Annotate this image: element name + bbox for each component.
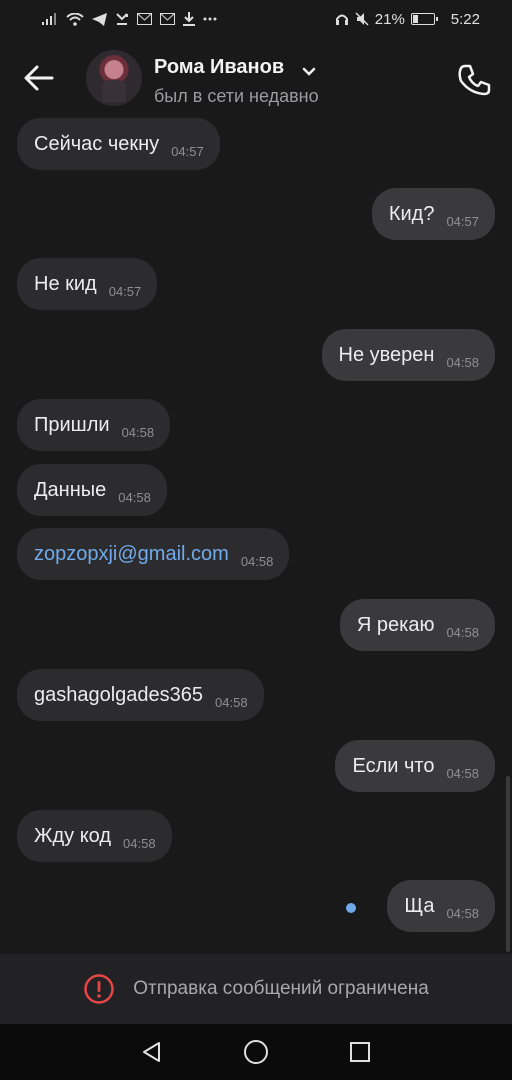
nav-recents-button[interactable] bbox=[346, 1038, 374, 1066]
phone-icon bbox=[458, 64, 491, 96]
scrollbar[interactable] bbox=[506, 776, 510, 952]
clock: 5:22 bbox=[450, 10, 480, 28]
message-bubble[interactable]: Не кид 04:57 bbox=[17, 258, 158, 310]
message-text: Не кид bbox=[34, 272, 97, 295]
battery-icon bbox=[410, 13, 438, 25]
message-time: 04:58 bbox=[446, 905, 479, 921]
email-link[interactable]: zopzopxji@gmail.com bbox=[34, 543, 229, 566]
message-bubble[interactable]: Если что 04:58 bbox=[335, 740, 495, 792]
message-list[interactable]: Сейчас чекну 04:57 Кид? 04:57 Не кид 04:… bbox=[0, 118, 512, 954]
message-bubble[interactable]: zopzopxji@gmail.com 04:58 bbox=[17, 528, 290, 580]
message-text: Если что bbox=[352, 754, 435, 777]
messaging-restricted-banner: Отправка сообщений ограничена bbox=[0, 954, 512, 1024]
message-text: Не уверен bbox=[338, 343, 435, 366]
message-time: 04:58 bbox=[446, 354, 479, 370]
message-bubble[interactable]: Кид? 04:57 bbox=[371, 188, 495, 240]
message-time: 04:58 bbox=[215, 694, 248, 710]
message-time: 04:58 bbox=[123, 835, 156, 851]
arrow-left-icon bbox=[24, 65, 54, 91]
signal-icon bbox=[42, 13, 58, 25]
download-icon bbox=[183, 12, 195, 26]
message-bubble[interactable]: Я рекаю 04:58 bbox=[339, 599, 495, 651]
message-bubble[interactable]: Жду код 04:58 bbox=[17, 810, 172, 862]
contact-name[interactable]: Рома Иванов bbox=[154, 56, 284, 79]
message-time: 04:58 bbox=[118, 489, 151, 505]
status-right: 21% 5:22 bbox=[335, 11, 480, 28]
mute-icon bbox=[355, 12, 369, 26]
message-bubble[interactable]: Ща 04:58 bbox=[387, 880, 495, 932]
message-time: 04:58 bbox=[446, 765, 479, 781]
battery-percent: 21% bbox=[374, 10, 405, 28]
nav-back-button[interactable] bbox=[138, 1038, 166, 1066]
nav-back-icon bbox=[143, 1042, 160, 1062]
nav-home-button[interactable] bbox=[242, 1038, 270, 1066]
chat-header: Рома Иванов был в сети недавно bbox=[0, 38, 512, 118]
missed-call-icon bbox=[115, 12, 129, 26]
headset-icon bbox=[335, 12, 349, 26]
status-bar: 21% 5:22 bbox=[0, 0, 512, 38]
mail-icon bbox=[137, 13, 152, 25]
status-left bbox=[42, 12, 217, 26]
message-time: 04:57 bbox=[446, 213, 479, 229]
message-time: 04:57 bbox=[108, 283, 142, 299]
nav-home-icon bbox=[244, 1040, 268, 1064]
avatar[interactable] bbox=[86, 50, 142, 106]
message-text: Кид? bbox=[388, 202, 435, 225]
message-text: Пришли bbox=[34, 413, 110, 436]
message-bubble[interactable]: Данные 04:58 bbox=[17, 464, 167, 516]
message-bubble[interactable]: Не уверен 04:58 bbox=[321, 329, 495, 381]
message-text: Я рекаю bbox=[356, 613, 435, 636]
unread-indicator bbox=[346, 903, 356, 913]
back-button[interactable] bbox=[22, 63, 56, 93]
message-time: 04:58 bbox=[240, 553, 274, 569]
message-text: Сейчас чекну bbox=[34, 132, 160, 155]
message-bubble[interactable]: Сейчас чекну 04:57 bbox=[17, 118, 220, 170]
restriction-text: Отправка сообщений ограничена bbox=[133, 978, 429, 999]
message-time: 04:57 bbox=[171, 143, 204, 159]
message-text: gashagolgades365 bbox=[34, 683, 204, 706]
more-icon bbox=[203, 17, 217, 21]
telegram-icon bbox=[92, 12, 107, 26]
nav-recents-icon bbox=[350, 1042, 370, 1062]
message-text: Ща bbox=[404, 894, 435, 917]
message-bubble[interactable]: Пришли 04:58 bbox=[17, 399, 171, 451]
navigation-bar bbox=[0, 1024, 512, 1080]
mail-icon bbox=[160, 13, 175, 25]
message-text: Жду код bbox=[34, 824, 112, 847]
message-time: 04:58 bbox=[121, 424, 155, 440]
message-time: 04:58 bbox=[446, 624, 479, 640]
alert-circle-icon bbox=[84, 974, 114, 1004]
wifi-icon bbox=[66, 12, 84, 26]
contact-status: был в сети недавно bbox=[154, 86, 319, 106]
chevron-down-icon[interactable] bbox=[302, 64, 316, 76]
call-button[interactable] bbox=[456, 62, 492, 98]
message-text: Данные bbox=[34, 478, 107, 501]
message-bubble[interactable]: gashagolgades365 04:58 bbox=[17, 669, 264, 721]
